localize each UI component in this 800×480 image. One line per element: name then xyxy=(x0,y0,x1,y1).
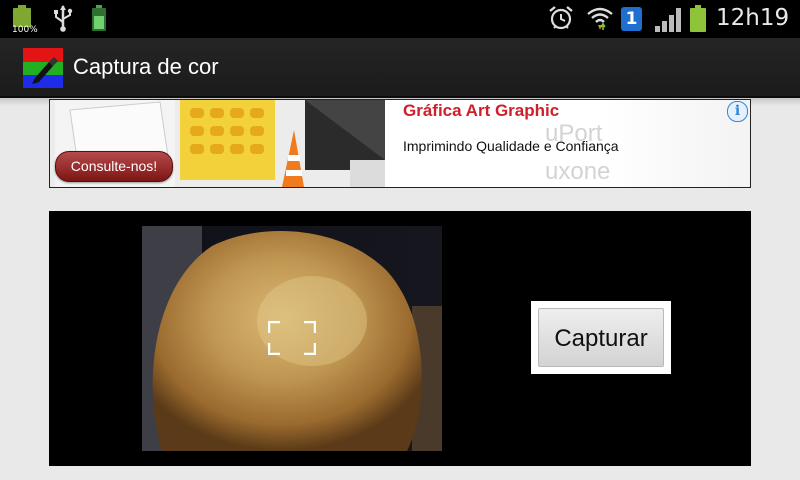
battery-icon xyxy=(690,5,706,32)
action-bar: Captura de cor xyxy=(0,38,800,98)
info-icon[interactable]: i xyxy=(727,101,748,122)
battery-percent: 100% xyxy=(12,25,38,35)
ad-subtitle[interactable]: Imprimindo Qualidade e Confiança xyxy=(403,138,619,154)
wifi-icon xyxy=(587,7,613,30)
ad-title[interactable]: Gráfica Art Graphic xyxy=(403,101,559,121)
battery-charging-icon xyxy=(92,5,106,31)
color-picker-icon xyxy=(23,48,63,88)
app-title: Captura de cor xyxy=(73,54,219,79)
ad-image[interactable]: Consulte-nos! xyxy=(50,100,385,187)
focus-frame-icon xyxy=(268,321,316,355)
status-clock: 12h19 xyxy=(716,5,790,31)
usb-icon xyxy=(54,5,73,32)
ad-banner[interactable]: Consulte-nos! uPort uxone Gráfica Art Gr… xyxy=(49,99,751,188)
notification-icon: 1 xyxy=(621,7,642,31)
signal-icon xyxy=(655,8,681,32)
ad-cta-button[interactable]: Consulte-nos! xyxy=(55,151,173,182)
status-bar: 100% 1 12h19 xyxy=(0,0,800,38)
alarm-icon xyxy=(549,6,573,30)
capture-button[interactable]: Capturar xyxy=(538,308,664,367)
ad-background-text: uxone xyxy=(545,158,611,185)
capture-panel: Capturar xyxy=(49,211,751,466)
camera-preview[interactable] xyxy=(142,226,442,451)
